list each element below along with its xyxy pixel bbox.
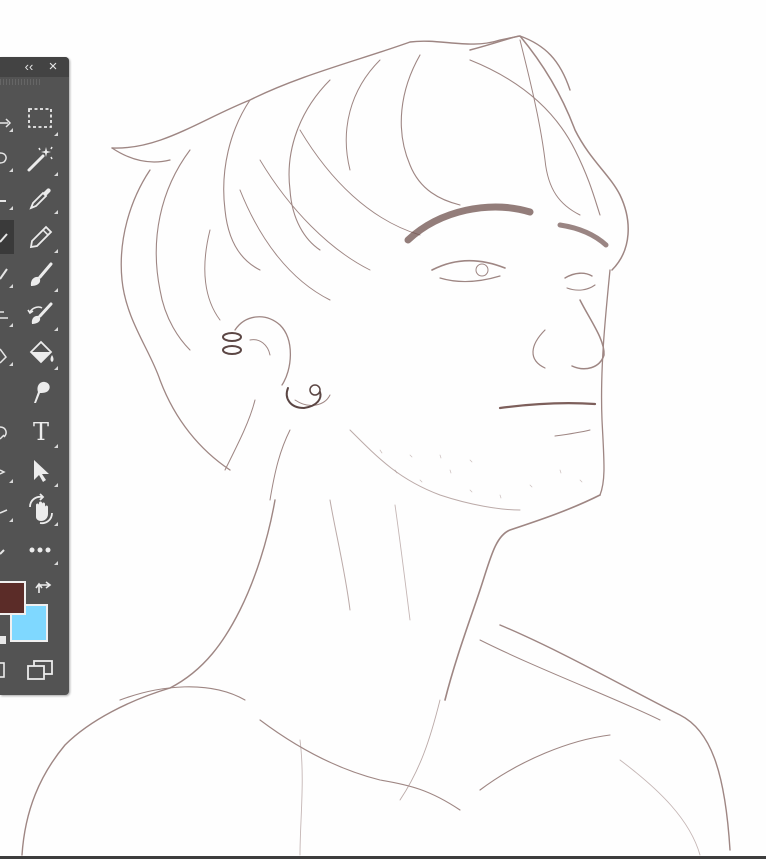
default-colors-icon[interactable] xyxy=(0,636,6,644)
panel-header: ‹‹ × xyxy=(0,57,69,77)
partial-tool-lasso[interactable] xyxy=(0,143,14,177)
magic-wand-icon xyxy=(27,146,53,172)
paint-bucket-icon xyxy=(29,340,54,364)
partial-tool-hand[interactable] xyxy=(0,493,14,527)
screen-mode-icon[interactable] xyxy=(25,659,55,681)
history-brush-icon xyxy=(27,302,53,324)
drawing-canvas[interactable] xyxy=(0,0,766,859)
swap-colors-icon[interactable] xyxy=(35,579,55,597)
partial-tool-clone[interactable] xyxy=(0,298,14,332)
smudge-icon xyxy=(34,381,50,403)
partial-tool-zoom[interactable] xyxy=(0,532,14,566)
rotate-view-tool[interactable] xyxy=(24,493,58,527)
paint-bucket-tool[interactable] xyxy=(24,337,58,371)
foreground-color-swatch[interactable] xyxy=(0,581,26,615)
type-tool[interactable]: T xyxy=(24,415,58,449)
type-icon: T xyxy=(32,418,49,446)
close-icon[interactable]: × xyxy=(45,59,61,75)
rectangular-marquee-tool[interactable] xyxy=(24,103,58,137)
panel-grip[interactable] xyxy=(0,79,40,85)
arrow-pointer-icon xyxy=(34,460,49,482)
double-chevron-left-icon[interactable]: ‹‹ xyxy=(21,59,37,75)
partial-tool-move[interactable] xyxy=(0,103,14,137)
eyedropper-tool[interactable] xyxy=(24,181,58,215)
path-selection-tool[interactable] xyxy=(24,454,58,488)
more-dots-icon xyxy=(29,547,51,553)
partial-tool-gradient[interactable] xyxy=(0,337,14,371)
partial-tool-shape[interactable] xyxy=(0,454,14,488)
pencil-icon xyxy=(29,225,53,249)
partial-tool-pen[interactable] xyxy=(0,415,14,449)
eyedropper-icon xyxy=(29,188,51,210)
pencil-tool[interactable] xyxy=(24,220,58,254)
partial-tool-crop[interactable] xyxy=(0,181,14,215)
partial-tool-active[interactable] xyxy=(0,220,14,254)
partial-tool-healing[interactable] xyxy=(0,259,14,293)
brush-icon xyxy=(30,262,53,286)
quick-mask-icon[interactable] xyxy=(0,662,6,678)
brush-tool[interactable] xyxy=(24,259,58,293)
character-sketch xyxy=(21,35,731,856)
rotate-view-hand-icon xyxy=(29,493,53,525)
edit-toolbar[interactable] xyxy=(24,532,58,566)
tools-panel: ‹‹ × T xyxy=(0,57,69,695)
history-brush-tool[interactable] xyxy=(24,298,58,332)
magic-wand-tool[interactable] xyxy=(24,143,58,177)
rectangular-marquee-icon xyxy=(28,108,52,128)
smudge-tool[interactable] xyxy=(24,376,58,410)
